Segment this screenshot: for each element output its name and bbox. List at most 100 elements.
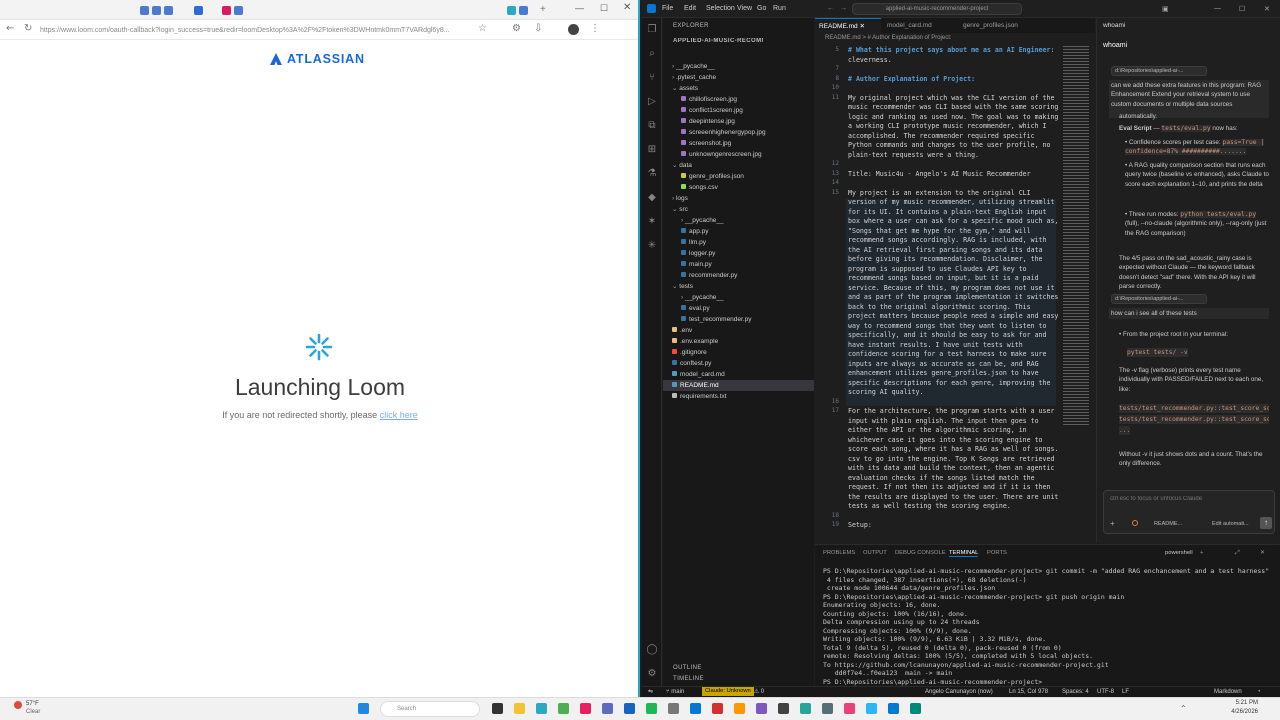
tab-genre-profiles[interactable]: genre_profiles.json bbox=[959, 18, 1041, 33]
menu-file[interactable]: File bbox=[662, 5, 673, 12]
tab-readme[interactable]: README.md ✕ bbox=[815, 18, 881, 33]
tab-favicon-icon[interactable] bbox=[222, 6, 231, 15]
maximize-panel-icon[interactable]: ⤢ bbox=[1235, 550, 1240, 557]
code-line[interactable]: specific descriptions for each genre, im… bbox=[848, 379, 1050, 389]
code-line[interactable]: # What this project says about me as an … bbox=[848, 46, 1054, 56]
folder-item[interactable]: › __pycache__ bbox=[663, 61, 814, 72]
app-icon[interactable] bbox=[756, 703, 767, 714]
file-item[interactable]: logger.py bbox=[663, 248, 814, 259]
code-line[interactable]: Setup: bbox=[848, 521, 872, 531]
tab-favicon-icon[interactable] bbox=[519, 6, 528, 15]
indentation[interactable]: Spaces: 4 bbox=[1062, 687, 1089, 697]
file-item[interactable]: app.py bbox=[663, 226, 814, 237]
code-line[interactable]: before giving its recommendation. Discla… bbox=[848, 255, 1043, 265]
extension-icon[interactable]: ⚙ bbox=[512, 23, 521, 34]
click-here-link[interactable]: click here bbox=[380, 410, 418, 420]
file-item[interactable]: conflict1screen.jpg bbox=[663, 105, 814, 116]
folder-item[interactable]: ⌄ data bbox=[663, 160, 814, 171]
chat-input[interactable]: ctrl esc to focus or unfocus Claude + RE… bbox=[1103, 490, 1275, 534]
folder-item[interactable]: › __pycache__ bbox=[663, 292, 814, 303]
maximize-icon[interactable]: ☐ bbox=[1239, 5, 1245, 13]
app-icon[interactable] bbox=[822, 703, 833, 714]
send-button[interactable]: ↑ bbox=[1260, 517, 1272, 529]
context-chip[interactable]: d:\Repositories\applied-ai-... bbox=[1111, 294, 1207, 304]
context-chip[interactable]: d:\Repositories\applied-ai-... bbox=[1111, 66, 1207, 76]
code-line[interactable]: logic and ranking as used now. The goal … bbox=[848, 113, 1058, 123]
code-line[interactable]: and as part of the program implementatio… bbox=[848, 293, 1058, 303]
file-item[interactable]: genre_profiles.json bbox=[663, 171, 814, 182]
explorer-icon[interactable]: ❐ bbox=[646, 24, 658, 36]
command-center[interactable]: applied-ai-music-recommender-project bbox=[852, 3, 1022, 15]
chat-tab[interactable]: whoami bbox=[1103, 22, 1125, 29]
minimize-icon[interactable]: — bbox=[575, 3, 584, 13]
layout-icon[interactable]: ▣ bbox=[1162, 5, 1169, 13]
claude-icon[interactable]: ✶ bbox=[646, 216, 658, 228]
code-line[interactable]: back to the original algorithmic scoring… bbox=[848, 303, 1031, 313]
code-line[interactable]: csv to go into the engine. Top K Songs a… bbox=[848, 455, 1054, 465]
code-line[interactable]: recommend songs based on input, but it i… bbox=[848, 274, 1039, 284]
code-line[interactable]: enhancement utilizes genre_profiles.json… bbox=[848, 369, 1039, 379]
menu-run[interactable]: Run bbox=[773, 5, 786, 12]
app-icon[interactable] bbox=[844, 703, 855, 714]
code-line[interactable]: accomplished. The recommender required s… bbox=[848, 132, 1035, 142]
folder-item[interactable]: ⌄ src bbox=[663, 204, 814, 215]
code-line[interactable]: music recommender was CLI based with the… bbox=[848, 103, 1058, 113]
tab-problems[interactable]: PROBLEMS bbox=[823, 550, 855, 556]
code-line[interactable]: score each song, where it has a RAG as w… bbox=[848, 445, 1058, 455]
bookmark-star-icon[interactable]: ☆ bbox=[478, 23, 487, 34]
download-icon[interactable]: ⇩ bbox=[534, 23, 542, 34]
start-icon[interactable] bbox=[358, 703, 369, 714]
sparkle-icon[interactable]: ✳ bbox=[646, 240, 658, 252]
remote-icon[interactable]: ⧉ bbox=[646, 120, 658, 132]
attached-file-chip[interactable]: README... bbox=[1154, 521, 1182, 527]
tab-output[interactable]: OUTPUT bbox=[863, 550, 887, 556]
app-icon[interactable] bbox=[800, 703, 811, 714]
file-item[interactable]: screeenhighenergypop.jpg bbox=[663, 127, 814, 138]
tab-terminal[interactable]: TERMINAL bbox=[949, 550, 979, 557]
language-mode[interactable]: Markdown bbox=[1214, 687, 1242, 697]
code-line[interactable]: version of my music recommender, utilizi… bbox=[848, 198, 1054, 208]
browser-tab-strip[interactable]: + — ☐ ✕ bbox=[0, 0, 638, 20]
code-line[interactable]: Title: Music4u - Angelo's AI Music Recom… bbox=[848, 170, 1031, 180]
menu-go[interactable]: Go bbox=[757, 5, 766, 12]
app-icon[interactable] bbox=[712, 703, 723, 714]
app-icon[interactable] bbox=[602, 703, 613, 714]
taskbar-search[interactable]: Search bbox=[380, 701, 480, 717]
tab-model-card[interactable]: model_card.md bbox=[883, 18, 957, 33]
close-icon[interactable]: ✕ bbox=[623, 2, 631, 13]
remote-indicator-icon[interactable]: ⇋ bbox=[648, 687, 653, 697]
folder-item[interactable]: › logs bbox=[663, 193, 814, 204]
file-item[interactable]: .env.example bbox=[663, 336, 814, 347]
add-context-icon[interactable]: + bbox=[1110, 519, 1115, 528]
file-item[interactable]: requirements.txt bbox=[663, 391, 814, 402]
file-item[interactable]: main.py bbox=[663, 259, 814, 270]
file-item[interactable]: deepintense.jpg bbox=[663, 116, 814, 127]
menu-view[interactable]: View bbox=[737, 5, 752, 12]
new-terminal-icon[interactable]: + bbox=[1200, 550, 1203, 556]
code-line[interactable]: have instant results. I have unit tests … bbox=[848, 341, 1023, 351]
account-icon[interactable]: ◯ bbox=[646, 644, 658, 656]
file-item[interactable]: model_card.md bbox=[663, 369, 814, 380]
timeline-section[interactable]: TIMELINE bbox=[673, 676, 704, 682]
folder-item[interactable]: ⌄ tests bbox=[663, 281, 814, 292]
code-line[interactable]: evaluation checks if the songs listed ma… bbox=[848, 474, 1035, 484]
code-line[interactable]: with its data and build the context, the… bbox=[848, 464, 1054, 474]
code-line[interactable]: # Author Explanation of Project: bbox=[848, 75, 975, 85]
tab-favicon-icon[interactable] bbox=[507, 6, 516, 15]
maximize-icon[interactable]: ☐ bbox=[600, 3, 608, 14]
tab-favicon-icon[interactable] bbox=[234, 6, 243, 15]
folder-item[interactable]: › .pytest_cache bbox=[663, 72, 814, 83]
code-line[interactable]: specifically, and it should be easy to a… bbox=[848, 331, 1047, 341]
url-bar[interactable]: https://www.loom.com/oauth-callback?logi… bbox=[40, 24, 470, 37]
menu-edit[interactable]: Edit bbox=[684, 5, 696, 12]
settings-gear-icon[interactable]: ⚙ bbox=[646, 668, 658, 680]
back-icon[interactable]: ← bbox=[6, 23, 14, 34]
file-item[interactable]: .env bbox=[663, 325, 814, 336]
file-item[interactable]: eval.py bbox=[663, 303, 814, 314]
file-item[interactable]: llm.py bbox=[663, 237, 814, 248]
clock-date[interactable]: 4/26/2026 bbox=[1222, 709, 1258, 715]
tab-favicon-icon[interactable] bbox=[164, 6, 173, 15]
file-item[interactable]: chillofiscreen.jpg bbox=[663, 94, 814, 105]
tab-debug-console[interactable]: DEBUG CONSOLE bbox=[895, 550, 946, 556]
app-icon[interactable] bbox=[778, 703, 789, 714]
